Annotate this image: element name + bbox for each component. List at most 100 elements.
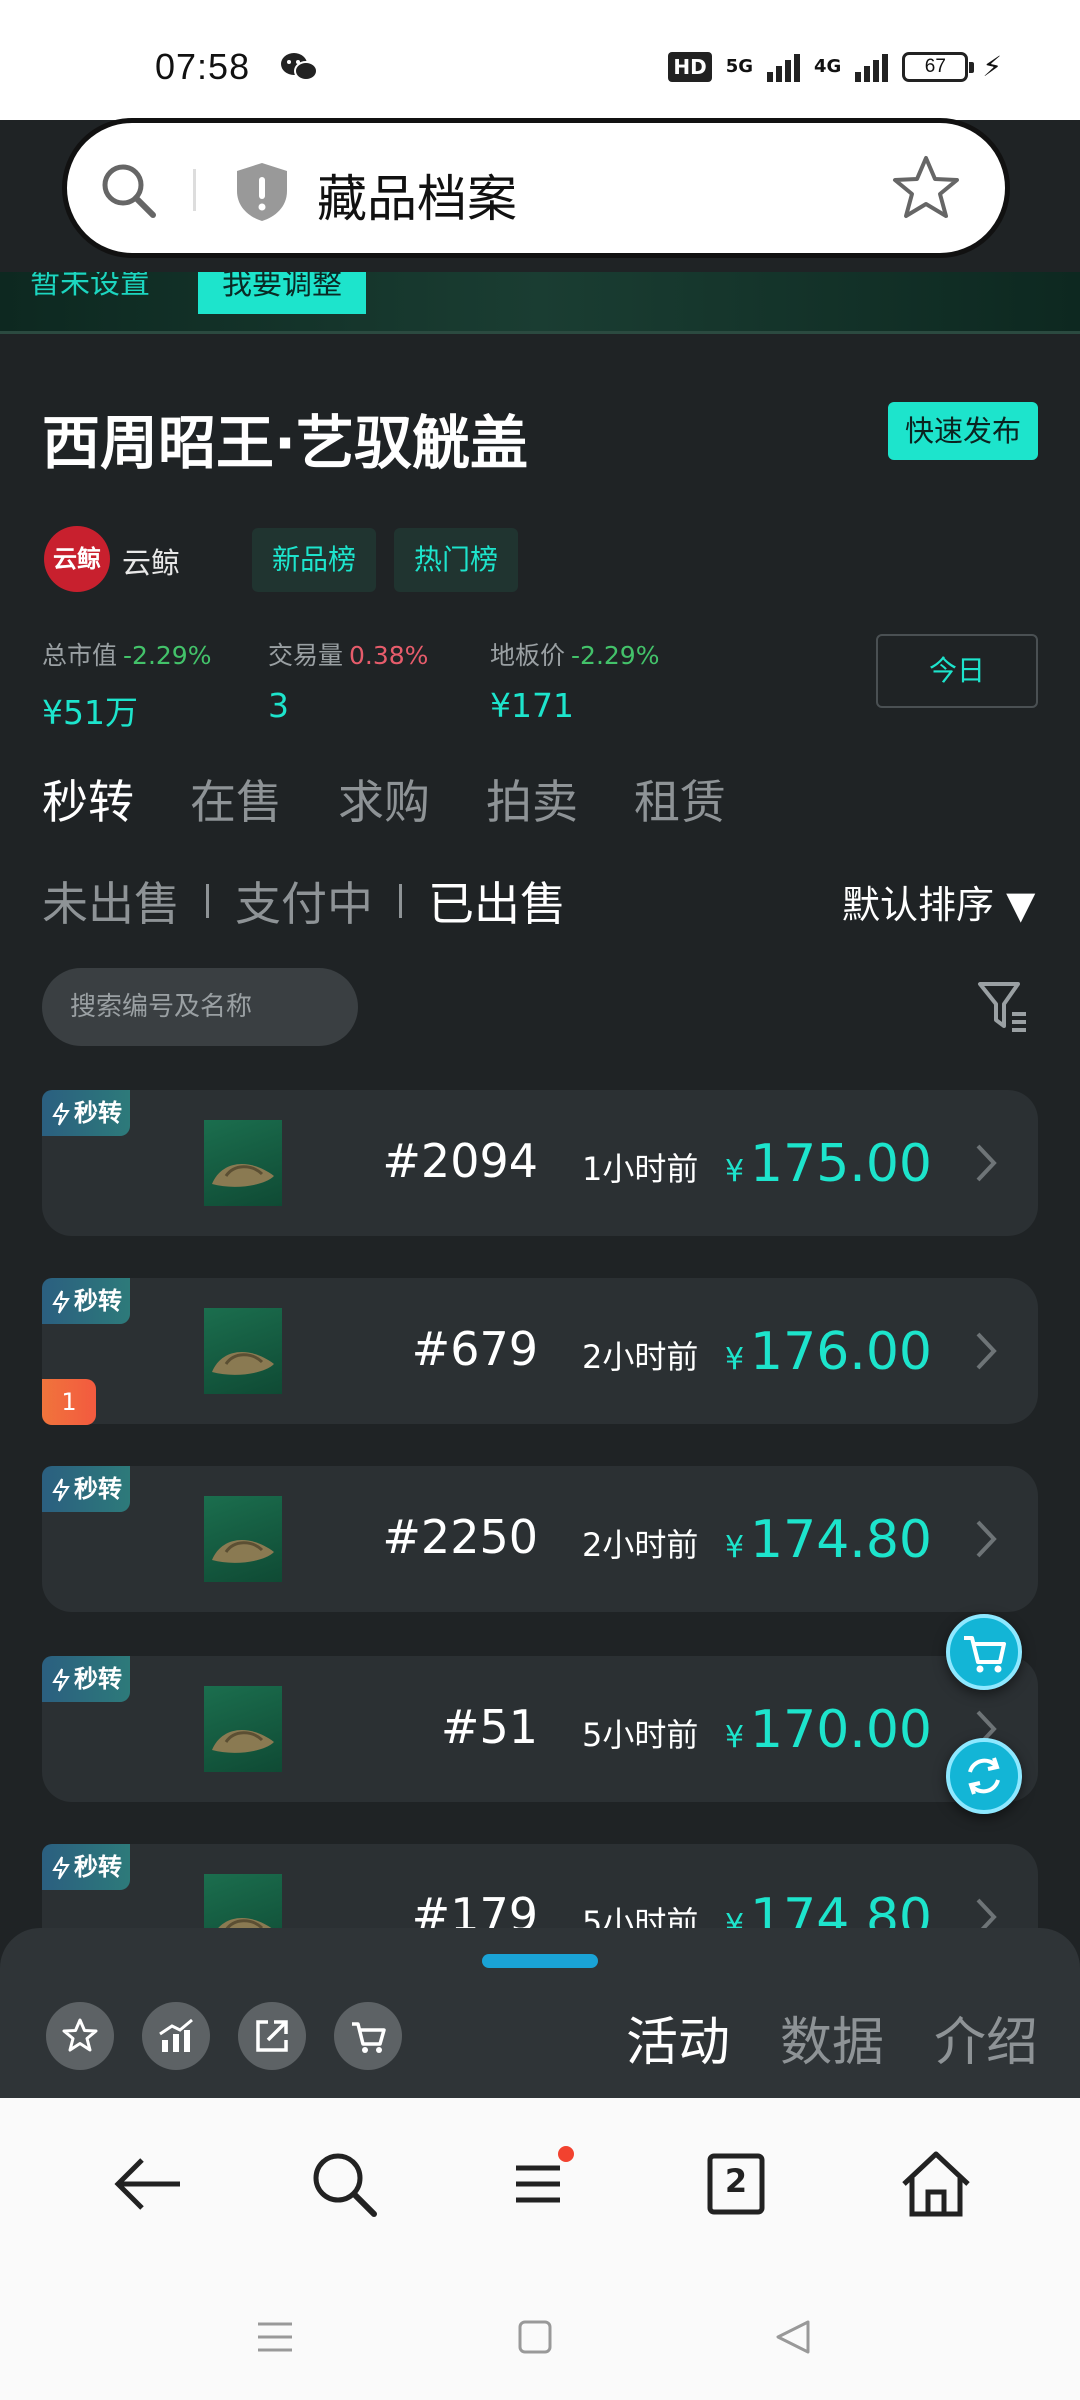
item-price: ¥175.00 xyxy=(725,1134,932,1194)
tab-on-sale[interactable]: 在售 xyxy=(190,766,282,832)
tab-auction[interactable]: 拍卖 xyxy=(486,766,578,832)
stat-floor-price: 地板价 -2.29% ¥171 xyxy=(490,636,659,725)
cart-icon xyxy=(964,1636,1006,1673)
star-icon xyxy=(62,2018,98,2052)
shield-warning-icon[interactable] xyxy=(233,161,291,223)
currency-symbol: ¥ xyxy=(724,1720,745,1755)
browser-toolbar: 2 xyxy=(0,2098,1080,2276)
subtab-paying[interactable]: 支付中 xyxy=(235,868,373,934)
lightning-icon xyxy=(52,1856,70,1880)
collection-title: 西周昭王·艺驭觥盖 xyxy=(42,409,529,477)
instant-transfer-badge: 秒转 xyxy=(42,1656,130,1702)
list-item[interactable]: 秒转 #2250 2小时前 ¥174.80 xyxy=(42,1466,1038,1612)
hot-ranking-chip[interactable]: 热门榜 xyxy=(394,528,519,592)
back-arrow-icon[interactable] xyxy=(108,2144,188,2224)
chevron-right-icon xyxy=(976,1144,997,1182)
stat-change: -2.29% xyxy=(571,641,660,670)
item-thumbnail xyxy=(204,1686,282,1772)
tab-instant-transfer[interactable]: 秒转 xyxy=(42,766,134,832)
cart-icon xyxy=(352,2022,386,2053)
artifact-image xyxy=(212,1730,274,1753)
floating-cart-button[interactable] xyxy=(946,1614,1022,1690)
home-nav-icon[interactable] xyxy=(512,2314,558,2360)
search-icon[interactable] xyxy=(304,2144,384,2224)
item-time: 5小时前 xyxy=(582,1716,699,1754)
recents-icon[interactable] xyxy=(252,2314,298,2360)
lightning-icon xyxy=(52,1668,70,1692)
home-icon[interactable] xyxy=(896,2144,976,2224)
subtab-unsold[interactable]: 未出售 xyxy=(42,868,180,934)
today-period-button[interactable]: 今日 xyxy=(876,634,1038,708)
item-serial: #2250 xyxy=(382,1510,538,1564)
currency-symbol: ¥ xyxy=(724,1154,745,1189)
banner-adjust-button[interactable]: 我要调整 xyxy=(198,272,366,314)
search-input[interactable]: 搜索编号及名称 xyxy=(42,968,358,1046)
sheet-tab-activity[interactable]: 活动 xyxy=(626,2000,730,2075)
quick-publish-button[interactable]: 快速发布 xyxy=(888,402,1038,460)
badge-label: 秒转 xyxy=(74,1099,122,1127)
cart-button[interactable] xyxy=(334,2002,402,2070)
tab-wanted[interactable]: 求购 xyxy=(338,766,430,832)
tabs-button[interactable]: 2 xyxy=(696,2144,776,2224)
author-avatar[interactable]: 云鲸 xyxy=(44,526,110,592)
badge-label: 秒转 xyxy=(74,1475,122,1503)
market-tabs: 秒转 在售 求购 拍卖 租赁 xyxy=(42,766,726,832)
sort-dropdown[interactable]: 默认排序 ▼ xyxy=(842,874,1035,929)
sheet-tab-intro[interactable]: 介绍 xyxy=(934,2000,1038,2075)
rank-badge: 1 xyxy=(42,1379,96,1425)
hd-icon: HD xyxy=(668,51,712,82)
item-time: 1小时前 xyxy=(582,1150,699,1188)
stat-value: ¥51万 xyxy=(42,693,138,732)
favorite-button[interactable] xyxy=(46,2002,114,2070)
list-item[interactable]: 秒转 #2094 1小时前 ¥175.00 xyxy=(42,1090,1038,1236)
wechat-icon xyxy=(281,53,318,81)
trend-button[interactable] xyxy=(142,2002,210,2070)
tab-count: 2 xyxy=(724,2162,748,2200)
address-bar[interactable]: 藏品档案 xyxy=(62,118,1010,258)
item-thumbnail xyxy=(204,1120,282,1206)
item-serial: #51 xyxy=(440,1700,538,1754)
share-icon xyxy=(256,2020,288,2052)
item-serial: #2094 xyxy=(382,1134,538,1188)
chevron-right-icon xyxy=(976,1332,997,1370)
price-value: 175.00 xyxy=(750,1134,932,1194)
subtab-divider xyxy=(206,884,209,918)
stat-market-cap: 总市值 -2.29% ¥51万 xyxy=(42,636,211,734)
stat-value: ¥171 xyxy=(490,686,574,725)
item-serial: #679 xyxy=(411,1322,538,1376)
page-title[interactable]: 藏品档案 xyxy=(317,159,517,231)
filter-icon[interactable] xyxy=(976,978,1030,1036)
price-value: 170.00 xyxy=(750,1700,932,1760)
back-nav-icon[interactable] xyxy=(770,2314,816,2360)
share-button[interactable] xyxy=(238,2002,306,2070)
currency-symbol: ¥ xyxy=(724,1530,745,1565)
address-divider xyxy=(193,169,196,211)
lightning-icon xyxy=(52,1478,70,1502)
item-price: ¥174.80 xyxy=(725,1510,932,1570)
artifact-image xyxy=(212,1164,274,1187)
subtab-sold[interactable]: 已出售 xyxy=(428,868,566,934)
stat-label: 交易量 xyxy=(268,641,344,670)
list-item[interactable]: 秒转 #679 2小时前 ¥176.00 1 xyxy=(42,1278,1038,1425)
artifact-image xyxy=(212,1540,274,1563)
refresh-icon xyxy=(968,1757,1000,1795)
status-subtabs: 未出售 支付中 已出售 xyxy=(42,868,566,934)
new-ranking-chip[interactable]: 新品榜 xyxy=(252,528,377,592)
item-price: ¥170.00 xyxy=(725,1700,932,1760)
menu-icon[interactable] xyxy=(500,2144,580,2224)
tab-lease[interactable]: 租赁 xyxy=(634,766,726,832)
search-icon[interactable] xyxy=(97,159,159,221)
status-bar: 07:58 HD 5G 4G 67 ⚡ xyxy=(0,0,1080,120)
author-name[interactable]: 云鲸 xyxy=(122,540,180,582)
stat-label: 总市值 xyxy=(42,641,118,670)
lightning-icon xyxy=(52,1102,70,1126)
list-item[interactable]: 秒转 #51 5小时前 ¥170.00 xyxy=(42,1656,1038,1802)
bookmark-star-icon[interactable] xyxy=(891,153,961,223)
sheet-handle[interactable] xyxy=(482,1954,598,1968)
trend-chart-icon xyxy=(159,2018,193,2052)
floating-refresh-button[interactable] xyxy=(946,1738,1022,1814)
lightning-icon xyxy=(52,1290,70,1314)
price-value: 174.80 xyxy=(750,1510,932,1570)
badge-label: 秒转 xyxy=(74,1287,122,1315)
sheet-tab-data[interactable]: 数据 xyxy=(780,2000,884,2075)
